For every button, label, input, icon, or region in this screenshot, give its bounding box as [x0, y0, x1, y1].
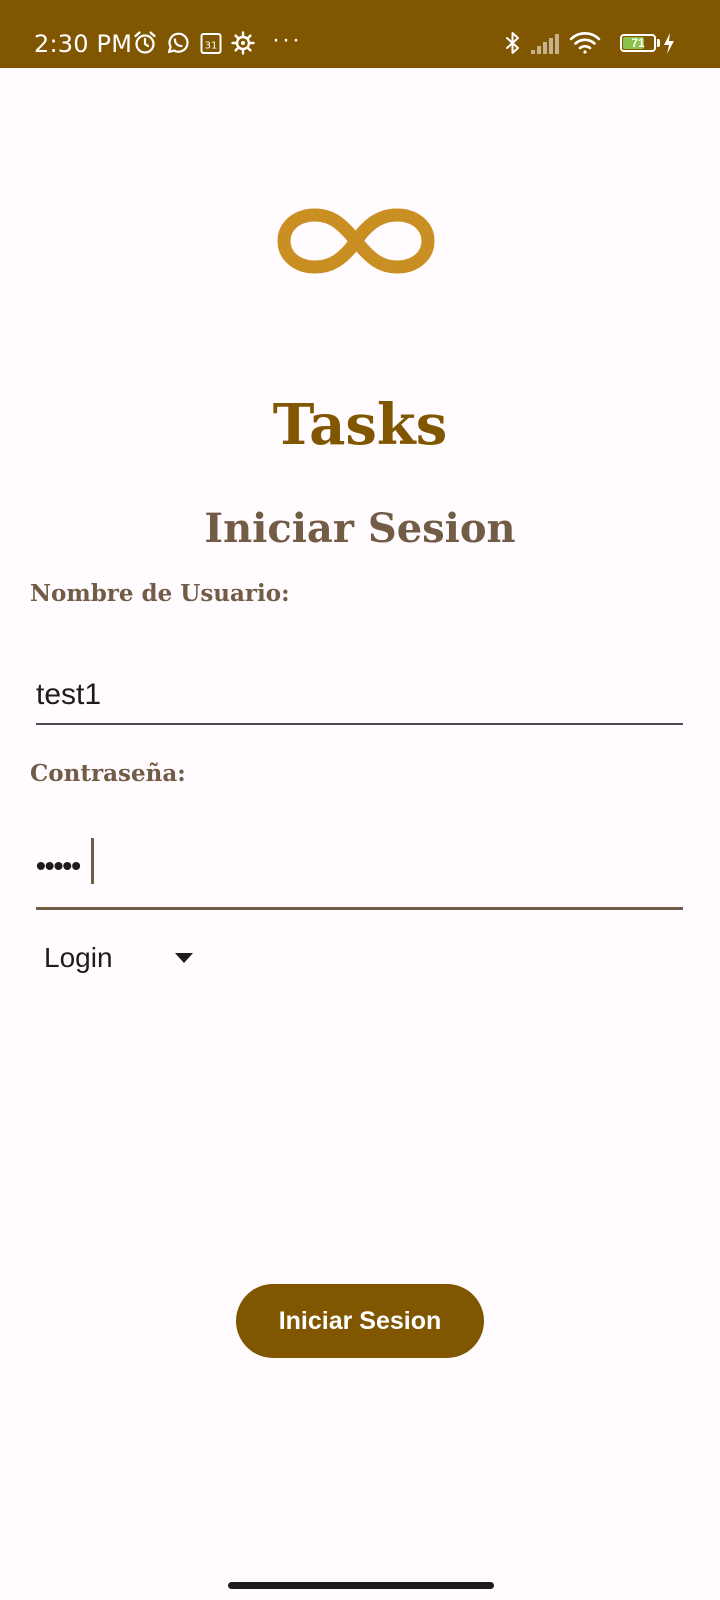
text-cursor: [91, 838, 94, 884]
battery-icon: 71: [620, 34, 656, 52]
battery-level-text: 71: [631, 36, 645, 50]
login-mode-dropdown[interactable]: Login: [36, 936, 206, 984]
app-title: Tasks: [272, 392, 448, 458]
wifi-icon: [568, 30, 602, 56]
password-field[interactable]: [36, 846, 683, 910]
username-field[interactable]: [36, 667, 683, 725]
status-time: 2:30 PM: [34, 30, 133, 58]
password-label: Contraseña:: [30, 760, 186, 787]
whatsapp-icon: [165, 30, 191, 56]
login-button[interactable]: Iniciar Sesion: [236, 1284, 484, 1358]
bluetooth-icon: [500, 30, 526, 56]
page-title: Iniciar Sesion: [204, 505, 516, 552]
signal-icon: [530, 30, 562, 56]
alarm-icon: [132, 30, 158, 56]
battery-cap: [657, 39, 660, 47]
charging-icon: [662, 30, 676, 56]
home-indicator[interactable]: [228, 1582, 494, 1589]
settings-icon: [230, 30, 256, 56]
more-notifications-indicator: ···: [272, 26, 302, 53]
infinity-icon: [272, 196, 440, 286]
dropdown-arrow-icon: [174, 952, 194, 964]
calendar-icon: 31: [198, 30, 224, 56]
username-label: Nombre de Usuario:: [30, 580, 290, 607]
svg-text:31: 31: [205, 41, 218, 52]
dropdown-selected-value: Login: [44, 942, 113, 973]
status-bar: 2:30 PM 31 ··· 71: [0, 0, 720, 68]
